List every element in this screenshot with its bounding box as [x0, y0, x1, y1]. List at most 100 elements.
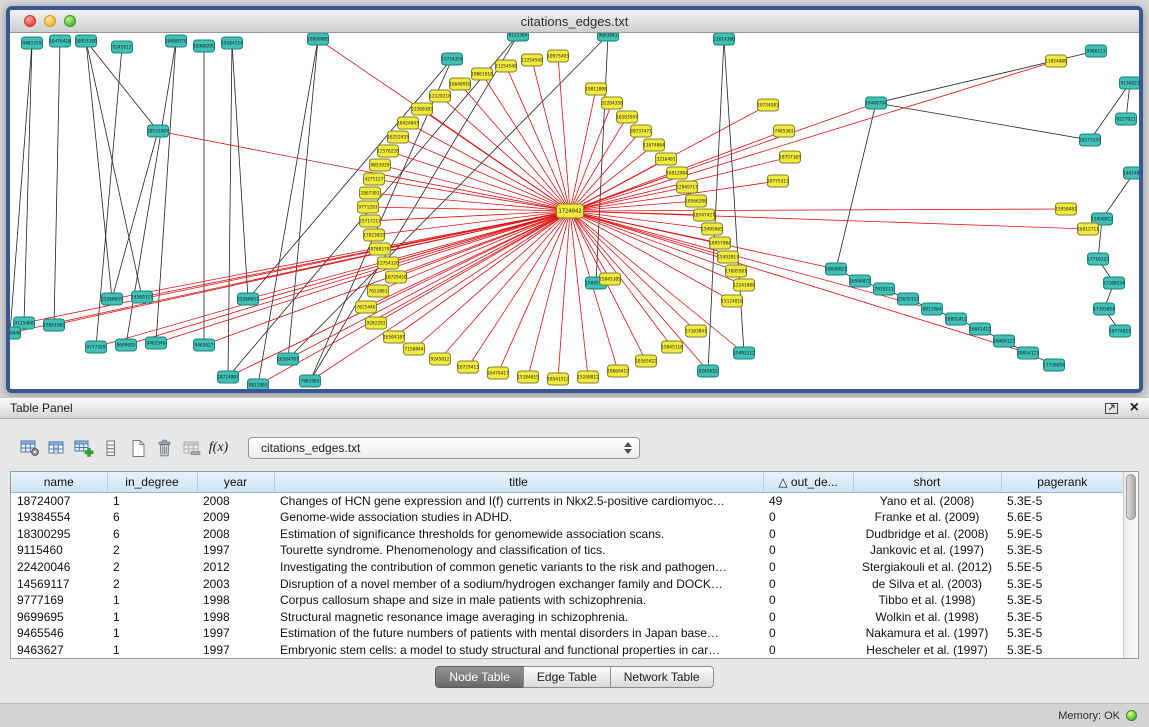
- import-table-icon[interactable]: [178, 436, 205, 460]
- network-node[interactable]: 25717211: [359, 215, 381, 227]
- network-node[interactable]: 18757165: [779, 151, 801, 163]
- network-node[interactable]: 20531007: [147, 125, 169, 137]
- network-node[interactable]: 16476417: [487, 367, 509, 379]
- network-node[interactable]: 16504187: [383, 331, 405, 343]
- network-node[interactable]: 25260659: [101, 293, 123, 305]
- network-node[interactable]: 14614042: [1123, 167, 1139, 179]
- tab-network-table[interactable]: Network Table: [610, 666, 714, 688]
- network-node[interactable]: 9245013: [112, 41, 133, 53]
- network-node[interactable]: 22260103: [411, 103, 433, 115]
- network-node[interactable]: 20854123: [1017, 347, 1039, 359]
- network-node[interactable]: 18957984: [709, 237, 731, 249]
- table-row[interactable]: 946362711997Embryonic stem cells: a mode…: [11, 641, 1123, 658]
- network-node[interactable]: 9771293: [358, 201, 379, 213]
- network-node[interactable]: 18724007: [217, 371, 239, 383]
- table-row[interactable]: 911546021997Tourette syndrome. Phenomeno…: [11, 542, 1123, 559]
- network-node[interactable]: 16476418: [49, 35, 71, 47]
- network-node[interactable]: 15493917: [717, 251, 739, 263]
- network-node[interactable]: 10747427: [693, 209, 715, 221]
- new-document-icon[interactable]: [124, 436, 151, 460]
- table-scrollbar[interactable]: [1123, 472, 1138, 658]
- network-node[interactable]: 15051503: [43, 319, 65, 331]
- network-node[interactable]: 16263597: [616, 111, 638, 123]
- network-node[interactable]: 12754120: [377, 257, 399, 269]
- network-node[interactable]: 9481329: [22, 37, 43, 49]
- network-node[interactable]: 18277243: [1079, 134, 1101, 146]
- network-node[interactable]: 11674064: [643, 139, 665, 151]
- network-node[interactable]: 7625446: [356, 301, 377, 313]
- network-node[interactable]: 18775313: [767, 175, 789, 187]
- network-node[interactable]: 15248812: [577, 371, 599, 383]
- network-node[interactable]: 16912711: [1077, 223, 1099, 235]
- network-node[interactable]: 17823033: [363, 229, 385, 241]
- network-node[interactable]: 22049717: [676, 181, 698, 193]
- network-node[interactable]: 4275127: [364, 173, 385, 185]
- network-node[interactable]: 25260651: [237, 293, 259, 305]
- network-node[interactable]: 19384554: [221, 37, 243, 49]
- network-node[interactable]: 19060905: [307, 33, 329, 45]
- network-node[interactable]: 15124818: [721, 295, 743, 307]
- zoom-window-button[interactable]: [64, 15, 76, 27]
- network-node[interactable]: 10480370: [165, 35, 187, 47]
- network-node[interactable]: 10468123: [993, 335, 1015, 347]
- column-header-short[interactable]: short: [853, 472, 1001, 492]
- network-node[interactable]: 2867301: [360, 187, 381, 199]
- network-node[interactable]: 17710123: [1087, 253, 1109, 265]
- close-panel-icon[interactable]: ×: [1130, 401, 1139, 415]
- network-node[interactable]: 17103041: [685, 325, 707, 337]
- network-node[interactable]: 32204358: [601, 97, 623, 109]
- network-node[interactable]: 3216401: [656, 153, 677, 165]
- network-node[interactable]: 9463627: [194, 339, 215, 351]
- tab-edge-table[interactable]: Edge Table: [523, 666, 611, 688]
- network-node[interactable]: 12578228: [377, 145, 399, 157]
- network-node[interactable]: 17695501: [725, 265, 747, 277]
- network-node[interactable]: 9699695: [116, 339, 137, 351]
- tab-node-table[interactable]: Node Table: [435, 666, 524, 688]
- network-graph[interactable]: 9481329 16476418 20953100 9245013 10480370 18…: [10, 33, 1139, 389]
- network-node[interactable]: 9580123: [1086, 45, 1107, 57]
- table-selector-dropdown[interactable]: citations_edges.txt: [248, 437, 640, 459]
- table-row[interactable]: 969969511998Structural magnetic resonanc…: [11, 608, 1123, 625]
- network-node[interactable]: 18424043: [397, 117, 419, 129]
- network-node[interactable]: 16729413: [457, 361, 479, 373]
- network-node[interactable]: 7981903: [300, 375, 321, 387]
- network-node[interactable]: 9136021: [1120, 77, 1140, 89]
- column-header-pagerank[interactable]: pagerank: [1001, 472, 1123, 492]
- network-node[interactable]: 17103054: [1093, 303, 1115, 315]
- network-node[interactable]: 16946872: [849, 275, 871, 287]
- table-row[interactable]: 1830029562008Estimation of significance …: [11, 526, 1123, 543]
- table-row[interactable]: 1872400712008Changes of HCN gene express…: [11, 492, 1123, 509]
- network-node[interactable]: 14569117: [131, 291, 153, 303]
- network-node[interactable]: 9465546: [146, 337, 167, 349]
- network-node[interactable]: 9282293: [366, 317, 387, 329]
- network-node[interactable]: 9811903: [248, 379, 269, 389]
- network-node[interactable]: 15845118: [661, 341, 683, 353]
- column-header-name[interactable]: name: [11, 472, 107, 492]
- network-node[interactable]: 22420046: [10, 327, 21, 339]
- network-node[interactable]: 16912904: [666, 167, 688, 179]
- network-node[interactable]: 15845105: [599, 273, 621, 285]
- network-node[interactable]: 1724042: [557, 204, 584, 218]
- table-row[interactable]: 977716911998Corpus callosum shape and si…: [11, 592, 1123, 609]
- close-window-button[interactable]: [24, 15, 36, 27]
- network-node[interactable]: 15184015: [517, 371, 539, 383]
- network-node[interactable]: 7150844: [404, 343, 425, 355]
- table-row[interactable]: 1456911722003Disruption of a novel membe…: [11, 575, 1123, 592]
- network-node[interactable]: 7919213: [874, 283, 895, 295]
- column-header-title[interactable]: title: [274, 472, 763, 492]
- add-table-icon[interactable]: [70, 436, 97, 460]
- network-node[interactable]: 15495065: [701, 223, 723, 235]
- network-node[interactable]: 17738094: [1043, 359, 1065, 371]
- network-node[interactable]: 18566208: [685, 195, 707, 207]
- column-header-year[interactable]: year: [197, 472, 274, 492]
- network-node[interactable]: 10975493: [547, 50, 569, 62]
- network-node[interactable]: 8760178: [370, 243, 391, 255]
- network-node[interactable]: 15493112: [733, 347, 755, 359]
- network-node[interactable]: 19448794: [865, 97, 887, 109]
- network-node[interactable]: 18698021: [825, 263, 847, 275]
- network-node[interactable]: 12254542: [521, 54, 543, 66]
- network-node[interactable]: 8131304: [508, 33, 529, 41]
- network-node[interactable]: 11254549: [495, 60, 517, 72]
- network-node[interactable]: 16504707: [277, 353, 299, 365]
- network-node[interactable]: 20953100: [75, 35, 97, 47]
